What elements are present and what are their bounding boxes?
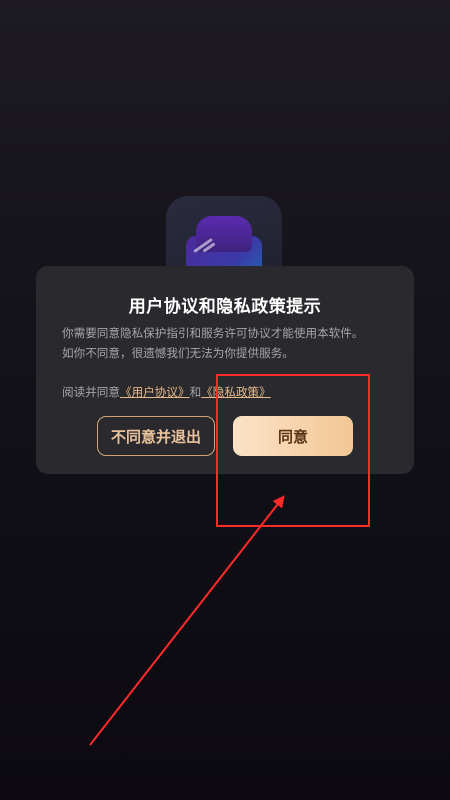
annotation-arrow [89, 495, 285, 746]
annotation-overlay [89, 374, 370, 746]
annotation-highlight-box [216, 374, 370, 527]
